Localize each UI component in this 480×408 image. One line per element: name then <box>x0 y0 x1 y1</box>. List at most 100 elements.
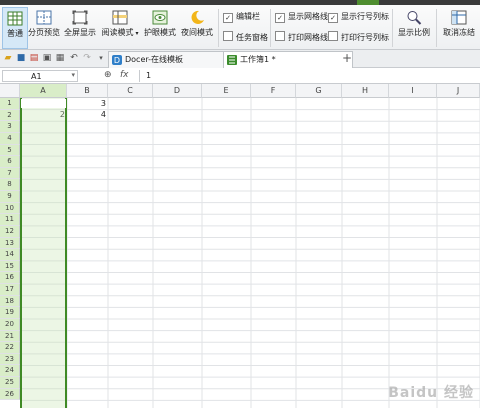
tab-docer[interactable]: D Docer-在线模板 × <box>108 51 240 69</box>
row-header[interactable]: 10 <box>0 202 20 215</box>
row-header[interactable]: 21 <box>0 330 20 343</box>
show-gridlines-checkbox[interactable]: ✓ 显示网格线 <box>275 11 328 23</box>
show-headings-label: 显示行号列标 <box>341 12 389 21</box>
chevron-down-icon: ▾ <box>133 30 139 37</box>
row-header[interactable]: 23 <box>0 353 20 366</box>
row-header[interactable]: 5 <box>0 144 20 157</box>
row-header[interactable]: 8 <box>0 179 20 192</box>
row-header[interactable]: 24 <box>0 365 20 378</box>
row-header[interactable]: 17 <box>0 284 20 296</box>
night-mode-label: 夜间模式 <box>181 28 213 37</box>
tab-docer-label: Docer-在线模板 <box>125 55 184 64</box>
ribbon-separator <box>436 9 437 47</box>
print-headings-label: 打印行号列标 <box>341 33 389 42</box>
row-header[interactable]: 6 <box>0 156 20 168</box>
ribbon-separator <box>218 9 219 47</box>
row-header[interactable]: 3 <box>0 121 20 133</box>
magnifier-icon <box>407 11 422 25</box>
name-box[interactable]: A1 ▾ <box>2 70 78 82</box>
new-tab-button[interactable]: + <box>342 52 352 64</box>
task-pane-checkbox[interactable]: 任务窗格 <box>223 31 268 43</box>
checkbox-checked-icon: ✓ <box>275 13 285 23</box>
zoom-formula-icon[interactable]: ⊕ <box>104 70 112 80</box>
eye-protection-label: 护眼模式 <box>144 28 176 37</box>
row-header[interactable]: 14 <box>0 249 20 261</box>
full-screen-button[interactable]: 全屏显示 <box>63 7 97 47</box>
active-cell[interactable] <box>21 99 66 108</box>
tab-workbook[interactable]: 工作簿1 * <box>223 51 353 69</box>
row-header[interactable]: 16 <box>0 272 20 285</box>
row-header[interactable]: 25 <box>0 377 20 389</box>
row-header[interactable]: 13 <box>0 237 20 250</box>
watermark: Baidu 经验 <box>388 385 474 401</box>
row-header[interactable]: 18 <box>0 295 20 308</box>
page-break-preview-button[interactable]: 分页预览 <box>27 7 61 47</box>
normal-view-label: 普通 <box>7 29 23 38</box>
unfreeze-panes-button[interactable]: 取消冻结 <box>440 7 478 47</box>
print-headings-checkbox[interactable]: 打印行号列标 <box>328 31 389 43</box>
row-header[interactable]: 22 <box>0 342 20 354</box>
column-header-d[interactable]: D <box>153 84 202 98</box>
dropdown-icon[interactable]: ▾ <box>96 53 106 63</box>
show-gridlines-label: 显示网格线 <box>288 12 328 21</box>
ribbon-separator <box>270 9 271 47</box>
row-header[interactable]: 26 <box>0 388 20 401</box>
row-header[interactable]: 11 <box>0 214 20 226</box>
print-gridlines-label: 打印网格线 <box>288 33 328 42</box>
reading-mode-label: 阅读模式 <box>101 28 134 37</box>
column-header-b[interactable]: B <box>67 84 108 98</box>
print-preview-icon[interactable]: ▣ <box>42 53 52 63</box>
night-mode-button[interactable]: 夜间模式 <box>179 7 215 47</box>
row-header[interactable]: 1 <box>0 98 20 110</box>
eye-protection-icon <box>152 10 168 25</box>
zoom-label: 显示比例 <box>398 28 430 37</box>
column-header-f[interactable]: F <box>251 84 296 98</box>
normal-view-button[interactable]: 普通 <box>2 7 28 49</box>
name-box-value: A1 <box>31 72 42 81</box>
function-icon[interactable]: fx <box>120 70 129 80</box>
formula-bar-checkbox[interactable]: ✓ 编辑栏 <box>223 11 260 23</box>
column-header-c[interactable]: C <box>108 84 153 98</box>
column-header-h[interactable]: H <box>342 84 389 98</box>
redo-icon[interactable]: ↷ <box>82 53 92 63</box>
row-header[interactable]: 15 <box>0 260 20 273</box>
svg-text:D: D <box>114 56 120 65</box>
eye-protection-button[interactable]: 护眼模式 <box>143 7 177 47</box>
page-break-preview-icon <box>36 10 52 25</box>
ribbon-separator <box>392 9 393 47</box>
column-selection-highlight <box>20 98 67 408</box>
folder-icon[interactable]: ▰ <box>3 53 13 63</box>
chevron-down-icon[interactable]: ▾ <box>71 71 75 79</box>
show-headings-checkbox[interactable]: ✓ 显示行号列标 <box>328 11 389 23</box>
pdf-icon[interactable]: ▤ <box>29 53 39 63</box>
column-header-e[interactable]: E <box>202 84 251 98</box>
print-gridlines-checkbox[interactable]: 打印网格线 <box>275 31 328 43</box>
cell-b1[interactable]: 3 <box>67 99 108 109</box>
print-icon[interactable]: ▦ <box>55 53 65 63</box>
formula-input[interactable]: 1 <box>139 70 478 82</box>
quick-access-and-tabs: ▰ ■ ▤ ▣ ▦ ↶ ↷ ▾ D Docer-在线模板 × 工作簿1 * + <box>0 50 480 69</box>
cell-b2[interactable]: 4 <box>67 110 108 120</box>
night-mode-icon <box>191 10 204 24</box>
row-header[interactable]: 2 <box>0 109 20 122</box>
reading-mode-button[interactable]: 阅读模式 ▾ <box>99 7 141 47</box>
column-header-j[interactable]: J <box>437 84 480 98</box>
normal-view-icon <box>7 11 23 26</box>
zoom-button[interactable]: 显示比例 <box>396 7 432 47</box>
row-header[interactable]: 19 <box>0 307 20 319</box>
save-icon[interactable]: ■ <box>16 53 26 63</box>
undo-icon[interactable]: ↶ <box>69 53 79 63</box>
column-header-a[interactable]: A <box>20 84 67 98</box>
column-header-i[interactable]: I <box>389 84 437 98</box>
select-all-corner[interactable] <box>0 84 20 98</box>
row-header[interactable]: 9 <box>0 191 20 203</box>
checkbox-checked-icon: ✓ <box>328 13 338 23</box>
row-header[interactable]: 12 <box>0 225 20 238</box>
checkbox-unchecked-icon <box>275 31 285 41</box>
spreadsheet-grid[interactable]: ABCDEFGHIJ 1 2 3 4 5 6 7 8 9 10 11 12 13 14 15 16 17 18 19… <box>0 84 480 408</box>
spreadsheet-icon <box>227 55 237 65</box>
row-header[interactable]: 4 <box>0 132 20 145</box>
row-header[interactable]: 7 <box>0 167 20 180</box>
row-header[interactable]: 20 <box>0 318 20 331</box>
column-header-g[interactable]: G <box>296 84 342 98</box>
